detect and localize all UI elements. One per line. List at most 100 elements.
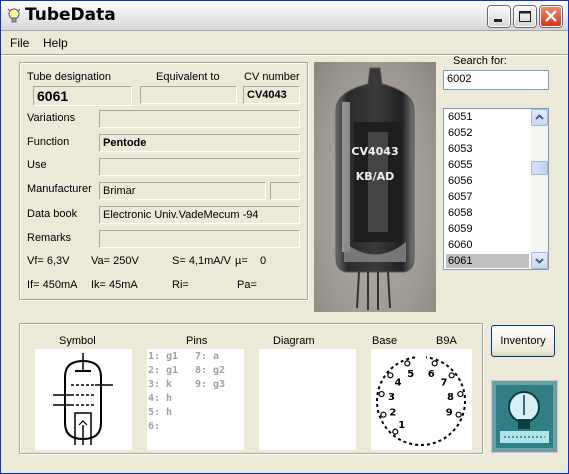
pin-6: 6: xyxy=(148,421,161,432)
base-pin-label: 5 xyxy=(407,369,414,380)
photo-print-cv: CV4043 xyxy=(351,145,398,158)
scroll-up-button[interactable] xyxy=(531,109,548,126)
base-pin-hole xyxy=(448,372,455,379)
list-item[interactable]: 6060 xyxy=(446,238,529,252)
base-pin-label: 1 xyxy=(398,420,405,431)
pins-panel: 1: g1 2: g1 3: k 4: h 5: h 6: 7: a 8: g2… xyxy=(147,349,244,450)
pin-8: 8: g2 xyxy=(195,365,226,376)
diagram-panel xyxy=(259,349,356,450)
base-label: Base xyxy=(372,335,398,347)
maximize-button[interactable] xyxy=(514,6,536,27)
param-va: Va= 250V xyxy=(91,255,139,267)
param-ri: Ri= xyxy=(172,279,189,291)
pin-5: 5: h xyxy=(148,407,173,418)
list-scrollbar[interactable] xyxy=(531,109,548,269)
list-item[interactable]: 6053 xyxy=(446,142,529,156)
window-title: TubeData xyxy=(25,5,116,25)
base-pin-label: 6 xyxy=(428,369,435,380)
base-pin-hole xyxy=(431,360,438,367)
pin-4: 4: h xyxy=(148,393,173,404)
tube-image: CV4043 KB/AD xyxy=(335,67,415,310)
base-pin-hole xyxy=(392,428,399,435)
base-pin-hole xyxy=(380,411,387,418)
base-pin-hole xyxy=(387,372,394,379)
minimize-icon xyxy=(494,19,502,22)
tube-list[interactable]: 6051 6052 6053 6055 6056 6057 6058 6059 … xyxy=(443,108,549,270)
maximize-icon xyxy=(519,11,531,22)
base-pin-hole xyxy=(378,390,385,398)
manufacturer-field[interactable]: Brimar xyxy=(99,182,266,200)
tube-photo: CV4043 KB/AD xyxy=(314,62,436,312)
param-s: S= 4,1mA/V xyxy=(172,255,232,267)
list-item-selected[interactable]: 6061 xyxy=(446,254,529,268)
close-button[interactable] xyxy=(540,6,562,27)
symbol-panel xyxy=(35,349,132,450)
main-window: TubeData File Help Tube designation Equi… xyxy=(0,0,569,474)
scroll-thumb[interactable] xyxy=(531,161,548,175)
pentode-symbol xyxy=(53,353,113,445)
lightbulb-icon xyxy=(7,8,21,23)
variations-field[interactable] xyxy=(99,110,300,128)
chevron-up-icon xyxy=(535,114,544,120)
manufacturer-extra-field[interactable] xyxy=(270,182,300,200)
base-pin-hole xyxy=(404,360,411,367)
diagram-label: Diagram xyxy=(273,335,315,347)
remarks-field[interactable] xyxy=(99,230,300,248)
menu-help[interactable]: Help xyxy=(43,36,68,50)
param-ik: Ik= 45mA xyxy=(91,279,138,291)
search-label: Search for: xyxy=(453,55,507,67)
param-vf: Vf= 6,3V xyxy=(27,255,70,267)
tube-designation-label: Tube designation xyxy=(27,71,111,83)
equivalent-field[interactable] xyxy=(140,86,237,104)
base-pin-label: 2 xyxy=(389,407,396,418)
menu-file[interactable]: File xyxy=(10,36,29,50)
tube-designation-field[interactable]: 6061 xyxy=(33,86,132,106)
base-pin-label: 8 xyxy=(447,392,454,403)
chevron-down-icon xyxy=(535,258,544,264)
manufacturer-label: Manufacturer xyxy=(27,183,92,195)
base-pin-label: 3 xyxy=(388,392,395,403)
cv-number-field[interactable]: CV4043 xyxy=(243,86,300,104)
data-book-label: Data book xyxy=(27,208,78,220)
pins-label: Pins xyxy=(186,335,208,347)
symbol-label: Symbol xyxy=(59,335,96,347)
list-item[interactable]: 6056 xyxy=(446,174,529,188)
title-bar[interactable]: TubeData xyxy=(1,1,568,31)
close-icon xyxy=(545,10,557,22)
inventory-button[interactable]: Inventory xyxy=(491,325,555,357)
equivalent-label: Equivalent to xyxy=(156,71,220,83)
base-pin-hole xyxy=(457,390,464,398)
remarks-label: Remarks xyxy=(27,232,72,244)
param-pa: Pa= xyxy=(237,279,257,291)
search-input[interactable]: 6002 xyxy=(443,70,549,90)
function-field[interactable]: Pentode xyxy=(99,134,300,152)
base-panel: 12 345 678 9 xyxy=(371,349,472,450)
variations-label: Variations xyxy=(27,112,76,124)
function-label: Function xyxy=(27,136,70,148)
list-item[interactable]: 6057 xyxy=(446,190,529,204)
param-mu: µ= xyxy=(235,255,248,267)
list-item[interactable]: 6055 xyxy=(446,158,529,172)
use-field[interactable] xyxy=(99,158,300,176)
pin-1: 1: g1 xyxy=(148,351,179,362)
minimize-button[interactable] xyxy=(488,6,510,27)
base-pin-label: 4 xyxy=(395,378,402,389)
use-label: Use xyxy=(27,159,47,171)
list-item[interactable]: 6059 xyxy=(446,222,529,236)
menu-bar: File Help xyxy=(1,33,568,53)
base-pinout: 12 345 678 9 xyxy=(376,355,466,446)
tube-logo-icon xyxy=(492,381,557,452)
scroll-down-button[interactable] xyxy=(531,252,548,269)
list-item[interactable]: 6052 xyxy=(446,126,529,140)
list-item[interactable]: 6058 xyxy=(446,206,529,220)
base-pin-label: 7 xyxy=(440,378,447,389)
pin-9: 9: g3 xyxy=(195,379,226,390)
list-item[interactable]: 6051 xyxy=(446,110,529,124)
pin-3: 3: k xyxy=(148,379,173,390)
data-book-field[interactable]: Electronic Univ.VadeMecum -94 xyxy=(99,206,300,224)
base-pin-hole xyxy=(455,411,462,418)
base-pin-label: 9 xyxy=(446,407,453,418)
base-type: B9A xyxy=(436,335,457,347)
cv-number-label: CV number xyxy=(244,71,300,83)
pin-2: 2: g1 xyxy=(148,365,179,376)
